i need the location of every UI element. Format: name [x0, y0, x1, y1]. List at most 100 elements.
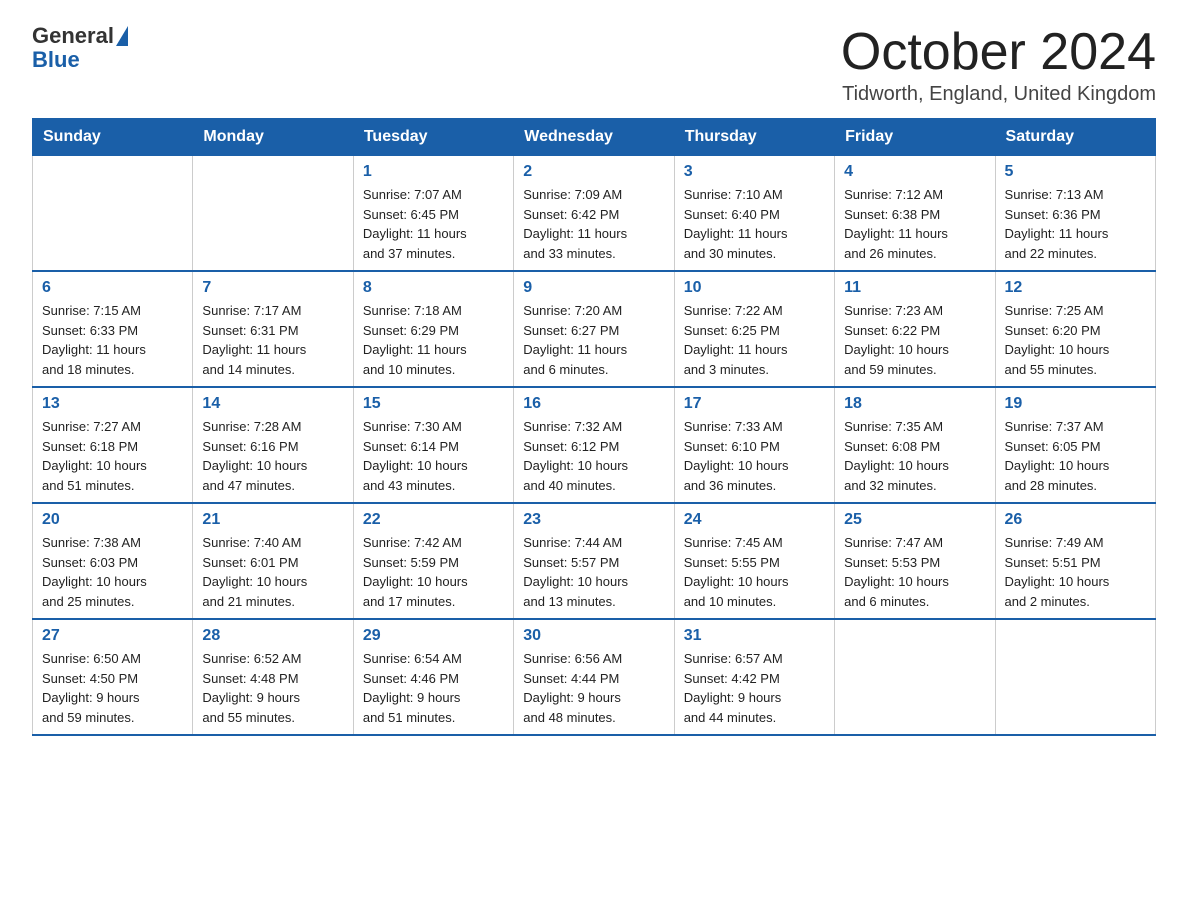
calendar-body: 1 Sunrise: 7:07 AM Sunset: 6:45 PM Daylig…: [33, 156, 1156, 736]
day-info: Sunrise: 7:22 AM Sunset: 6:25 PM Dayligh…: [684, 303, 788, 377]
day-info: Sunrise: 7:44 AM Sunset: 5:57 PM Dayligh…: [523, 535, 628, 609]
weekday-header-saturday: Saturday: [995, 119, 1155, 156]
calendar-cell: 25 Sunrise: 7:47 AM Sunset: 5:53 PM Dayli…: [835, 503, 995, 619]
day-number: 27: [42, 627, 183, 645]
day-number: 23: [523, 511, 664, 529]
location-label: Tidworth, England, United Kingdom: [841, 83, 1156, 106]
calendar-cell: 27 Sunrise: 6:50 AM Sunset: 4:50 PM Dayli…: [33, 619, 193, 735]
weekday-header-tuesday: Tuesday: [353, 119, 513, 156]
day-info: Sunrise: 7:13 AM Sunset: 6:36 PM Dayligh…: [1005, 187, 1109, 261]
calendar-cell: [193, 156, 353, 272]
day-number: 18: [844, 395, 985, 413]
day-number: 10: [684, 279, 825, 297]
calendar-cell: 21 Sunrise: 7:40 AM Sunset: 6:01 PM Dayli…: [193, 503, 353, 619]
weekday-header-friday: Friday: [835, 119, 995, 156]
day-info: Sunrise: 7:30 AM Sunset: 6:14 PM Dayligh…: [363, 419, 468, 493]
calendar-cell: 29 Sunrise: 6:54 AM Sunset: 4:46 PM Dayli…: [353, 619, 513, 735]
calendar-cell: [33, 156, 193, 272]
day-info: Sunrise: 7:38 AM Sunset: 6:03 PM Dayligh…: [42, 535, 147, 609]
calendar-cell: 10 Sunrise: 7:22 AM Sunset: 6:25 PM Dayli…: [674, 271, 834, 387]
calendar-cell: [995, 619, 1155, 735]
month-title: October 2024: [841, 24, 1156, 81]
day-info: Sunrise: 7:12 AM Sunset: 6:38 PM Dayligh…: [844, 187, 948, 261]
day-info: Sunrise: 7:10 AM Sunset: 6:40 PM Dayligh…: [684, 187, 788, 261]
day-number: 13: [42, 395, 183, 413]
calendar-cell: 9Sunrise: 7:20 AM Sunset: 6:27 PM Daylig…: [514, 271, 674, 387]
calendar-cell: 24 Sunrise: 7:45 AM Sunset: 5:55 PM Dayli…: [674, 503, 834, 619]
day-number: 12: [1005, 279, 1146, 297]
calendar-cell: 18 Sunrise: 7:35 AM Sunset: 6:08 PM Dayli…: [835, 387, 995, 503]
calendar-cell: 15 Sunrise: 7:30 AM Sunset: 6:14 PM Dayli…: [353, 387, 513, 503]
weekday-header-thursday: Thursday: [674, 119, 834, 156]
day-number: 26: [1005, 511, 1146, 529]
day-info: Sunrise: 7:18 AM Sunset: 6:29 PM Dayligh…: [363, 303, 467, 377]
calendar-cell: 30 Sunrise: 6:56 AM Sunset: 4:44 PM Dayli…: [514, 619, 674, 735]
day-number: 21: [202, 511, 343, 529]
day-number: 20: [42, 511, 183, 529]
calendar-cell: 26Sunrise: 7:49 AM Sunset: 5:51 PM Dayli…: [995, 503, 1155, 619]
calendar-cell: 5 Sunrise: 7:13 AM Sunset: 6:36 PM Daylig…: [995, 156, 1155, 272]
calendar-cell: 11 Sunrise: 7:23 AM Sunset: 6:22 PM Dayli…: [835, 271, 995, 387]
day-number: 1: [363, 163, 504, 181]
weekday-header-monday: Monday: [193, 119, 353, 156]
calendar-cell: 1 Sunrise: 7:07 AM Sunset: 6:45 PM Daylig…: [353, 156, 513, 272]
calendar-cell: 6Sunrise: 7:15 AM Sunset: 6:33 PM Daylig…: [33, 271, 193, 387]
calendar-cell: 16Sunrise: 7:32 AM Sunset: 6:12 PM Dayli…: [514, 387, 674, 503]
calendar-cell: 7Sunrise: 7:17 AM Sunset: 6:31 PM Daylig…: [193, 271, 353, 387]
calendar-cell: 22 Sunrise: 7:42 AM Sunset: 5:59 PM Dayli…: [353, 503, 513, 619]
calendar-cell: 4 Sunrise: 7:12 AM Sunset: 6:38 PM Daylig…: [835, 156, 995, 272]
title-block: October 2024 Tidworth, England, United K…: [841, 24, 1156, 106]
logo-general: General: [32, 24, 114, 48]
day-info: Sunrise: 6:54 AM Sunset: 4:46 PM Dayligh…: [363, 651, 462, 725]
calendar-cell: 14 Sunrise: 7:28 AM Sunset: 6:16 PM Dayli…: [193, 387, 353, 503]
day-number: 8: [363, 279, 504, 297]
logo: General Blue: [32, 24, 128, 72]
calendar-table: SundayMondayTuesdayWednesdayThursdayFrid…: [32, 118, 1156, 736]
calendar-cell: 31 Sunrise: 6:57 AM Sunset: 4:42 PM Dayli…: [674, 619, 834, 735]
day-info: Sunrise: 6:56 AM Sunset: 4:44 PM Dayligh…: [523, 651, 622, 725]
day-number: 3: [684, 163, 825, 181]
day-number: 16: [523, 395, 664, 413]
day-info: Sunrise: 7:40 AM Sunset: 6:01 PM Dayligh…: [202, 535, 307, 609]
day-info: Sunrise: 7:23 AM Sunset: 6:22 PM Dayligh…: [844, 303, 949, 377]
day-info: Sunrise: 6:57 AM Sunset: 4:42 PM Dayligh…: [684, 651, 783, 725]
day-number: 25: [844, 511, 985, 529]
day-info: Sunrise: 7:07 AM Sunset: 6:45 PM Dayligh…: [363, 187, 467, 261]
day-info: Sunrise: 7:35 AM Sunset: 6:08 PM Dayligh…: [844, 419, 949, 493]
day-info: Sunrise: 7:42 AM Sunset: 5:59 PM Dayligh…: [363, 535, 468, 609]
page-header: General Blue October 2024 Tidworth, Engl…: [32, 24, 1156, 106]
logo-triangle-icon: [116, 26, 128, 46]
day-info: Sunrise: 7:25 AM Sunset: 6:20 PM Dayligh…: [1005, 303, 1110, 377]
logo-blue: Blue: [32, 48, 128, 72]
day-info: Sunrise: 6:50 AM Sunset: 4:50 PM Dayligh…: [42, 651, 141, 725]
calendar-cell: 17Sunrise: 7:33 AM Sunset: 6:10 PM Dayli…: [674, 387, 834, 503]
day-info: Sunrise: 7:20 AM Sunset: 6:27 PM Dayligh…: [523, 303, 627, 377]
day-number: 22: [363, 511, 504, 529]
calendar-cell: [835, 619, 995, 735]
calendar-week-4: 20 Sunrise: 7:38 AM Sunset: 6:03 PM Dayli…: [33, 503, 1156, 619]
day-info: Sunrise: 7:47 AM Sunset: 5:53 PM Dayligh…: [844, 535, 949, 609]
day-number: 11: [844, 279, 985, 297]
weekday-header-sunday: Sunday: [33, 119, 193, 156]
calendar-week-5: 27 Sunrise: 6:50 AM Sunset: 4:50 PM Dayli…: [33, 619, 1156, 735]
day-number: 29: [363, 627, 504, 645]
day-number: 15: [363, 395, 504, 413]
day-info: Sunrise: 7:17 AM Sunset: 6:31 PM Dayligh…: [202, 303, 306, 377]
calendar-week-1: 1 Sunrise: 7:07 AM Sunset: 6:45 PM Daylig…: [33, 156, 1156, 272]
day-info: Sunrise: 7:28 AM Sunset: 6:16 PM Dayligh…: [202, 419, 307, 493]
day-number: 30: [523, 627, 664, 645]
calendar-cell: 23 Sunrise: 7:44 AM Sunset: 5:57 PM Dayli…: [514, 503, 674, 619]
day-number: 4: [844, 163, 985, 181]
day-info: Sunrise: 7:37 AM Sunset: 6:05 PM Dayligh…: [1005, 419, 1110, 493]
calendar-cell: 28 Sunrise: 6:52 AM Sunset: 4:48 PM Dayli…: [193, 619, 353, 735]
day-number: 19: [1005, 395, 1146, 413]
day-number: 31: [684, 627, 825, 645]
day-number: 14: [202, 395, 343, 413]
day-info: Sunrise: 7:45 AM Sunset: 5:55 PM Dayligh…: [684, 535, 789, 609]
day-number: 28: [202, 627, 343, 645]
day-number: 5: [1005, 163, 1146, 181]
day-info: Sunrise: 7:27 AM Sunset: 6:18 PM Dayligh…: [42, 419, 147, 493]
day-info: Sunrise: 6:52 AM Sunset: 4:48 PM Dayligh…: [202, 651, 301, 725]
calendar-cell: 8 Sunrise: 7:18 AM Sunset: 6:29 PM Daylig…: [353, 271, 513, 387]
day-number: 24: [684, 511, 825, 529]
